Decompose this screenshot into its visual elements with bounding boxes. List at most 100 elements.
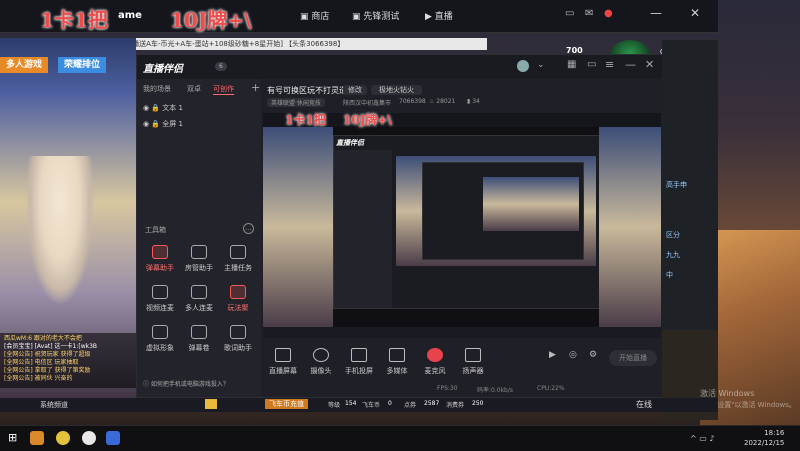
stat-label: 消费券 [446,402,465,409]
windows-start-icon[interactable]: ⊞ [8,431,17,444]
add-scene-icon[interactable]: + [251,81,260,94]
mail-icon[interactable] [205,399,217,409]
screen-icon [275,348,291,362]
grid-icon[interactable]: ▦ [567,59,576,70]
toolbox-title: 工具箱 [145,226,166,234]
lock-icon[interactable]: ▭ [587,59,596,70]
nav-test[interactable]: ▣ 先锋测试 [352,9,399,22]
stream-overlay-left-text: 1卡1把 [40,8,108,32]
minimize-icon[interactable]: — [625,58,636,71]
multi-link-icon [191,285,207,299]
record-icon[interactable]: ▶ [549,350,556,360]
chat-line: [全网公告] 拿取了 获得了第奖励 [4,367,91,374]
minimize-button[interactable]: — [650,6,662,20]
app-left-panel: 我的场景 双卓 可创作 + ◉ 🔒 文本 1 ◉ 🔒 全屏 1 工具箱 … 弹幕… [137,79,261,397]
folder-icon[interactable]: ▭ [565,8,574,19]
clock-date: 2022/12/15 [744,439,785,447]
tool-phone-cast[interactable]: 手机投屏 [339,348,379,376]
chat-line: 西瓜wM:6 跟对的老大不会把 [4,335,82,342]
tool-speaker[interactable]: 扬声器 [453,348,493,376]
chat-line: [会员宝宝] [Avat] 这一卡1:[wk3B [4,343,98,350]
tab-multiplayer[interactable]: 多人游戏 [0,57,49,73]
scene-item[interactable]: ◉ 🔒 全屏 1 [143,119,183,129]
settings-gear-icon[interactable]: ⚙ [589,350,597,360]
mail-icon[interactable]: ✉ [585,8,593,19]
cpu-stat: CPU:22% [537,385,565,392]
tool-gift[interactable]: 弹幕卷 [180,325,218,361]
tool-screen[interactable]: 直播屏幕 [263,348,303,376]
tab-dual[interactable]: 双卓 [187,84,201,94]
clock-time: 18:16 [764,429,785,437]
start-live-button[interactable]: 开始直播 [609,350,657,366]
nested-left-panel [334,150,392,308]
stat-value: 2587 [424,400,440,407]
tool-multi-link[interactable]: 多人连麦 [180,285,218,321]
bottom-toolbar: 直播屏幕 摄像头 手机投屏 多媒体 麦克风 扬声器 ▶ ◎ ⚙ [263,340,661,396]
eye-icon[interactable]: ◉ 🔒 [143,104,162,112]
taskbar-clock[interactable]: 18:16 2022/12/15 [744,428,784,448]
category-tag[interactable]: 极地火钻火 [371,85,422,95]
taskbar-app-icon[interactable] [106,431,120,445]
speaker-icon [465,348,481,362]
room-title: 有号可换区玩不打灵造 [267,86,347,95]
tab-create[interactable]: 可创作 [213,84,234,95]
user-avatar[interactable] [517,60,529,72]
shop-icon: ▣ [300,12,312,22]
tool-room-manager[interactable]: 房管助手 [180,245,218,281]
taskbar-chrome-icon[interactable] [82,431,96,445]
game-title-suffix: ame [118,10,142,21]
taskbar-app-icon[interactable] [56,431,70,445]
preview-game-left [263,127,333,327]
help-icon: ⓘ [143,381,151,388]
menu-icon[interactable]: ≡ [605,58,614,71]
version-badge: 6 [215,62,227,71]
preview-overlay-left: 1卡1把 [285,113,326,127]
close-icon[interactable]: ✕ [645,58,654,71]
tray-icons[interactable]: ^ ▭ ♪ [690,434,714,443]
tool-task[interactable]: 主播任务 [219,245,257,281]
bitrate-stat: 码率:0.0kb/s [477,387,513,394]
stream-preview[interactable]: 1卡1把 10J牌+\ 直播伴侣 [263,113,661,338]
tool-video-link[interactable]: 视频连麦 [141,285,179,321]
phone-icon [351,348,367,362]
windows-taskbar: ⊞ ^ ▭ ♪ [0,425,800,451]
eye-icon[interactable]: ◎ [569,350,577,360]
tab-my-scenes[interactable]: 我的场景 [143,84,171,94]
preview-overlay-right: 10J牌+\ [343,113,392,127]
system-channel[interactable]: 系统频道 [40,400,68,410]
play-icon: ▶ [425,12,435,22]
taskbar-app-icon[interactable] [30,431,44,445]
tool-danmaku[interactable]: 弹幕助手 [141,245,179,281]
tab-ranked[interactable]: 荣耀排位 [58,57,107,73]
tool-play[interactable]: 玩法聚 [219,285,257,321]
nav-live[interactable]: ▶ 直播 [425,9,453,22]
camera-icon [313,348,329,362]
chevron-down-icon[interactable]: ⌄ [537,60,545,70]
tool-camera[interactable]: 摄像头 [301,348,341,376]
lyrics-icon [230,325,246,339]
stream-overlay-right-text: 10J牌+\ [170,8,252,32]
scene-item[interactable]: ◉ 🔒 文本 1 [143,103,183,113]
help-notice[interactable]: ⓘ 如何把手机或电脑游戏投入？ [143,379,229,388]
nested-inner-preview [483,177,579,231]
tool-microphone[interactable]: 麦克风 [415,348,455,376]
right-list-item: 九九 [666,251,680,259]
eye-icon[interactable]: ◉ 🔒 [143,120,162,128]
more-icon[interactable]: … [243,223,254,234]
nested-app-window: 直播伴侣 [333,135,601,309]
nested-app-logo: 直播伴侣 [336,139,364,147]
tool-media[interactable]: 多媒体 [377,348,417,376]
edit-tag[interactable]: 修改 [343,85,367,95]
chat-line: [全网公告] 祝贺玩家 获得了超级 [4,351,91,358]
close-button[interactable]: ✕ [690,6,700,20]
tool-avatar[interactable]: 虚拟形象 [141,325,179,361]
stat-value: 250 [472,400,484,407]
recharge-banner[interactable]: 飞车币充值 [265,399,308,409]
right-side-panel: 高手申 区分 九九 中 [662,40,718,420]
media-icon [389,348,405,362]
game-scene-left: 西瓜wM:6 跟对的老大不会把 [会员宝宝] [Avat] 这一卡1:[wk3B… [0,38,136,403]
nav-shop[interactable]: ▣ 商店 [300,9,329,22]
avatar-icon[interactable]: ● [604,8,613,19]
game-chat-box: 西瓜wM:6 跟对的老大不会把 [会员宝宝] [Avat] 这一卡1:[wk3B… [0,333,136,388]
tool-lyrics[interactable]: 歌词助手 [219,325,257,361]
